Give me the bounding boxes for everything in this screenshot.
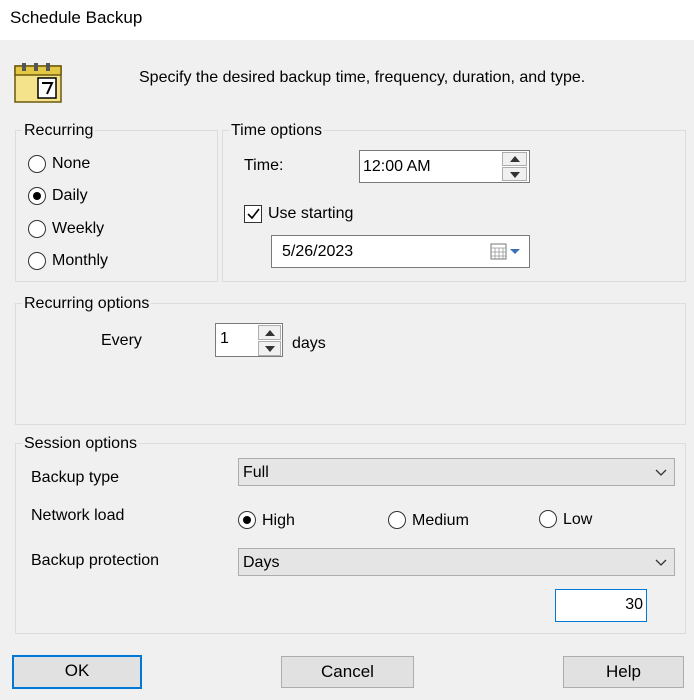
- cancel-button[interactable]: Cancel: [281, 656, 414, 688]
- session-options-group-label: Session options: [22, 435, 139, 453]
- use-starting-checkbox[interactable]: [244, 205, 262, 223]
- network-load-medium-label: Medium: [412, 512, 469, 529]
- recurring-weekly-option[interactable]: Weekly: [28, 219, 148, 239]
- calendar-icon: [14, 62, 64, 104]
- radio-low[interactable]: [539, 510, 557, 528]
- network-load-label: Network load: [31, 507, 125, 524]
- backup-protection-value: Days: [243, 554, 280, 571]
- start-date-picker[interactable]: 5/26/2023: [271, 235, 530, 268]
- arrow-down-icon: [510, 172, 520, 178]
- recurring-weekly-label: Weekly: [52, 220, 105, 237]
- recurring-daily-label: Daily: [52, 187, 88, 204]
- network-load-low-option[interactable]: Low: [539, 510, 629, 530]
- instructions-text: Specify the desired backup time, frequen…: [139, 69, 586, 86]
- start-date-value: 5/26/2023: [282, 243, 354, 260]
- time-options-group-label: Time options: [229, 122, 324, 140]
- ok-button[interactable]: OK: [12, 655, 142, 689]
- backup-type-select[interactable]: Full: [238, 458, 675, 486]
- window-title: Schedule Backup: [10, 8, 143, 27]
- radio-high[interactable]: [238, 511, 256, 529]
- network-load-medium-option[interactable]: Medium: [388, 511, 498, 531]
- arrow-down-icon: [265, 346, 275, 352]
- backup-type-label: Backup type: [31, 469, 120, 486]
- time-spin-up-button[interactable]: [502, 152, 527, 166]
- network-load-high-option[interactable]: High: [238, 511, 348, 531]
- recurring-options-group: [15, 303, 686, 425]
- radio-monthly[interactable]: [28, 252, 46, 270]
- radio-none[interactable]: [28, 155, 46, 173]
- calendar-dropdown-icon[interactable]: [490, 243, 522, 261]
- time-label: Time:: [244, 157, 284, 174]
- backup-type-value: Full: [243, 464, 269, 481]
- use-starting-label: Use starting: [268, 205, 354, 222]
- every-interval-stepper[interactable]: 1: [215, 323, 283, 357]
- radio-medium[interactable]: [388, 511, 406, 529]
- every-label: Every: [101, 332, 142, 349]
- every-spin-up-button[interactable]: [258, 325, 281, 340]
- time-spin-down-button[interactable]: [502, 167, 527, 181]
- arrow-up-icon: [265, 330, 275, 336]
- network-load-low-label: Low: [563, 511, 593, 528]
- backup-protection-select[interactable]: Days: [238, 548, 675, 576]
- protection-amount-input[interactable]: 30: [555, 589, 647, 622]
- help-button[interactable]: Help: [563, 656, 684, 688]
- time-picker[interactable]: 12:00 AM: [359, 150, 530, 183]
- protection-amount-value: 30: [625, 596, 643, 613]
- time-value: 12:00 AM: [363, 158, 431, 175]
- radio-weekly[interactable]: [28, 220, 46, 238]
- network-load-high-label: High: [262, 512, 295, 529]
- use-starting-option[interactable]: Use starting: [244, 204, 374, 224]
- checkmark-icon: [247, 208, 260, 220]
- recurring-group-label: Recurring: [22, 122, 96, 140]
- arrow-up-icon: [510, 156, 520, 162]
- every-value: 1: [220, 330, 229, 347]
- recurring-daily-option[interactable]: Daily: [28, 186, 148, 206]
- recurring-options-group-label: Recurring options: [22, 295, 152, 313]
- days-unit-label: days: [292, 335, 326, 352]
- chevron-down-icon: [655, 469, 667, 476]
- backup-protection-label: Backup protection: [31, 552, 160, 569]
- recurring-none-label: None: [52, 155, 91, 172]
- every-spin-down-button[interactable]: [258, 341, 281, 356]
- recurring-monthly-option[interactable]: Monthly: [28, 251, 148, 271]
- chevron-down-icon: [655, 559, 667, 566]
- recurring-none-option[interactable]: None: [28, 154, 148, 174]
- radio-daily[interactable]: [28, 187, 46, 205]
- recurring-monthly-label: Monthly: [52, 252, 109, 269]
